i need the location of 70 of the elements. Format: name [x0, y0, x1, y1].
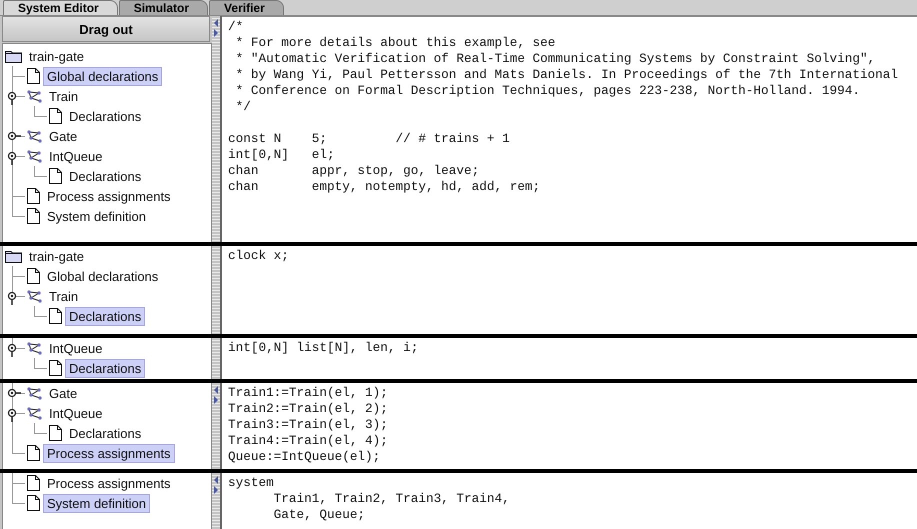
tree-item[interactable]: Gate: [45, 384, 82, 402]
tree-item[interactable]: train-gate: [25, 46, 88, 66]
document-icon: [27, 495, 40, 511]
expanded-handle-icon[interactable]: [7, 151, 17, 165]
splitter-bar[interactable]: [212, 16, 222, 242]
collapsed-handle-icon[interactable]: [7, 388, 21, 398]
splitter-bar[interactable]: [212, 473, 222, 529]
code-text: int[0,N] list[N], len, i;: [228, 340, 418, 356]
tree-item[interactable]: Global declarations: [43, 66, 162, 86]
graph-icon: [27, 150, 42, 162]
document-icon: [49, 308, 62, 324]
graph-icon: [27, 406, 42, 420]
expanded-handle-icon[interactable]: [7, 408, 17, 422]
tree-item[interactable]: Declarations: [65, 358, 146, 378]
splitter-bar[interactable]: [212, 246, 222, 334]
tree-item[interactable]: Process assignments: [43, 444, 175, 462]
graph-icon: [27, 90, 42, 102]
document-icon: [27, 445, 40, 461]
code-editor[interactable]: Train1:=Train(el, 1); Train2:=Train(el, 2); Train3:=Train(el, 3); Train4:=Train(el, 4); Queue:=IntQueue(el);: [222, 383, 917, 469]
splitter-bar[interactable]: [212, 338, 222, 379]
tree-item[interactable]: Train: [45, 86, 82, 106]
tree-item[interactable]: System definition: [43, 494, 150, 512]
document-icon: [27, 208, 40, 224]
document-icon: [27, 68, 40, 84]
tree-item[interactable]: Train: [45, 286, 82, 306]
tree-item[interactable]: IntQueue: [45, 146, 106, 166]
folder-icon: [5, 250, 22, 262]
splitter-arrows-icon[interactable]: [213, 18, 219, 38]
splitter-bar[interactable]: [212, 383, 222, 469]
tree-item[interactable]: Process assignments: [43, 474, 175, 492]
document-icon: [27, 188, 40, 204]
expanded-handle-icon[interactable]: [7, 91, 17, 105]
tree-item[interactable]: train-gate: [25, 246, 88, 266]
code-text: clock x;: [228, 248, 289, 264]
code-text: Train1:=Train(el, 1); Train2:=Train(el, 2); Train3:=Train(el, 3); Train4:=Train(el, 4); Queue:=IntQueue(el);: [228, 385, 388, 465]
document-icon: [49, 425, 62, 441]
document-icon: [49, 360, 62, 376]
tree-item[interactable]: Declarations: [65, 424, 146, 442]
splitter-arrows-icon[interactable]: [213, 475, 219, 495]
tree-item[interactable]: Gate: [45, 126, 82, 146]
collapsed-handle-icon[interactable]: [7, 131, 21, 141]
expanded-handle-icon[interactable]: [7, 343, 17, 357]
tree-item[interactable]: Declarations: [65, 106, 146, 126]
code-text: system Train1, Train2, Train3, Train4, Gate, Queue;: [228, 475, 510, 523]
tree-item[interactable]: IntQueue: [45, 338, 106, 358]
folder-icon: [5, 50, 22, 62]
expanded-handle-icon[interactable]: [7, 291, 17, 305]
document-icon: [49, 168, 62, 184]
code-editor[interactable]: system Train1, Train2, Train3, Train4, Gate, Queue;: [222, 473, 917, 529]
graph-icon: [27, 342, 42, 354]
tab[interactable]: Verifier: [209, 0, 284, 15]
code-text: /* * For more details about this example, see * "Automatic Verification of Real-Time Communicating Systems by Constraint Solving", * by Wang Yi, Paul Pettersson and Mats Daniels. In Proceedings of the 7th International * Conference on Formal Description Techniques, pages 223-238, North-Holland. 1994. */ const N 5; // # trains + 1 int[0,N] el; chan appr, stop, go, leave; chan empty, notempty, hd, add, rem;: [228, 19, 898, 195]
tab[interactable]: System Editor: [3, 0, 118, 15]
tree-item[interactable]: Global declarations: [43, 266, 162, 286]
tree-item[interactable]: Process assignments: [43, 186, 175, 206]
code-editor[interactable]: clock x;: [222, 246, 917, 334]
tree-item[interactable]: Declarations: [65, 166, 146, 186]
tree-item[interactable]: Declarations: [65, 306, 146, 326]
drag-out-button[interactable]: Drag out: [2, 16, 210, 42]
graph-icon: [27, 130, 42, 142]
tree-item[interactable]: IntQueue: [45, 404, 106, 422]
tab[interactable]: Simulator: [118, 0, 208, 15]
code-editor[interactable]: [222, 16, 917, 242]
code-editor[interactable]: int[0,N] list[N], len, i;: [222, 338, 917, 379]
splitter-arrows-icon[interactable]: [213, 385, 219, 405]
document-icon: [49, 108, 62, 124]
tree-item[interactable]: System definition: [43, 206, 150, 226]
graph-icon: [27, 290, 42, 302]
document-icon: [27, 268, 40, 284]
graph-icon: [27, 386, 42, 400]
